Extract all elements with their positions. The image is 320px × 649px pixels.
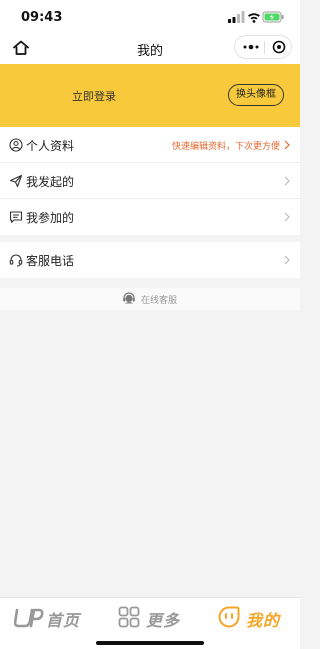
profile-hint: 快速编辑资料，下次更方便 <box>171 142 280 152</box>
menu-item-label: 客服电话 <box>26 254 75 268</box>
status-time: 09:43 <box>21 10 63 25</box>
menu-group-main: 个人资料 快速编辑资料，下次更方便 我发起的 我参加的 <box>0 127 300 235</box>
menu-item-label: 个人资料 <box>26 139 75 153</box>
tab-more[interactable]: 更多 <box>118 598 193 638</box>
headset-icon <box>9 254 23 267</box>
wifi-icon <box>248 13 260 23</box>
grid-icon <box>118 606 140 628</box>
change-avatar-frame-button[interactable]: 换头像框 <box>228 84 284 106</box>
nav-bar: 我的 <box>0 34 300 64</box>
home-logo-icon <box>14 608 44 628</box>
menu-item-label: 我参加的 <box>26 211 75 225</box>
menu-item-service-phone[interactable]: 客服电话 <box>0 242 300 278</box>
chevron-right-icon <box>284 140 290 150</box>
chevron-right-icon <box>284 176 290 186</box>
more-icon[interactable] <box>242 43 260 51</box>
login-link[interactable]: 立即登录 <box>72 88 116 104</box>
person-circle-icon <box>9 138 23 152</box>
chevron-right-icon <box>284 255 290 265</box>
chevron-right-icon <box>284 212 290 222</box>
customer-service-icon <box>123 292 135 304</box>
mini-program-capsule <box>234 35 292 59</box>
battery-icon <box>262 11 284 23</box>
tab-label: 更多 <box>146 611 181 630</box>
status-icons <box>228 11 284 23</box>
online-service-label: 在线客服 <box>141 296 178 306</box>
tab-label: 我的 <box>246 611 281 630</box>
menu-group-service: 客服电话 <box>0 242 300 278</box>
tab-label: 首页 <box>46 611 81 630</box>
close-target-icon[interactable] <box>272 40 286 54</box>
menu-item-profile[interactable]: 个人资料 快速编辑资料，下次更方便 <box>0 127 300 163</box>
paper-plane-icon <box>9 174 23 188</box>
login-banner: 立即登录 换头像框 <box>0 64 300 127</box>
menu-item-joined[interactable]: 我参加的 <box>0 199 300 235</box>
tab-mine[interactable]: 我的 <box>218 598 290 638</box>
status-bar: 09:43 <box>0 0 300 34</box>
menu-item-initiated[interactable]: 我发起的 <box>0 163 300 199</box>
signal-icon <box>228 11 245 23</box>
smile-icon <box>218 606 240 628</box>
home-indicator <box>96 641 204 645</box>
capsule-divider <box>264 41 265 54</box>
menu-item-label: 我发起的 <box>26 175 75 189</box>
tab-home[interactable]: 首页 <box>14 598 94 638</box>
online-service-button[interactable]: 在线客服 <box>0 288 300 310</box>
chat-bubble-icon <box>9 211 23 223</box>
